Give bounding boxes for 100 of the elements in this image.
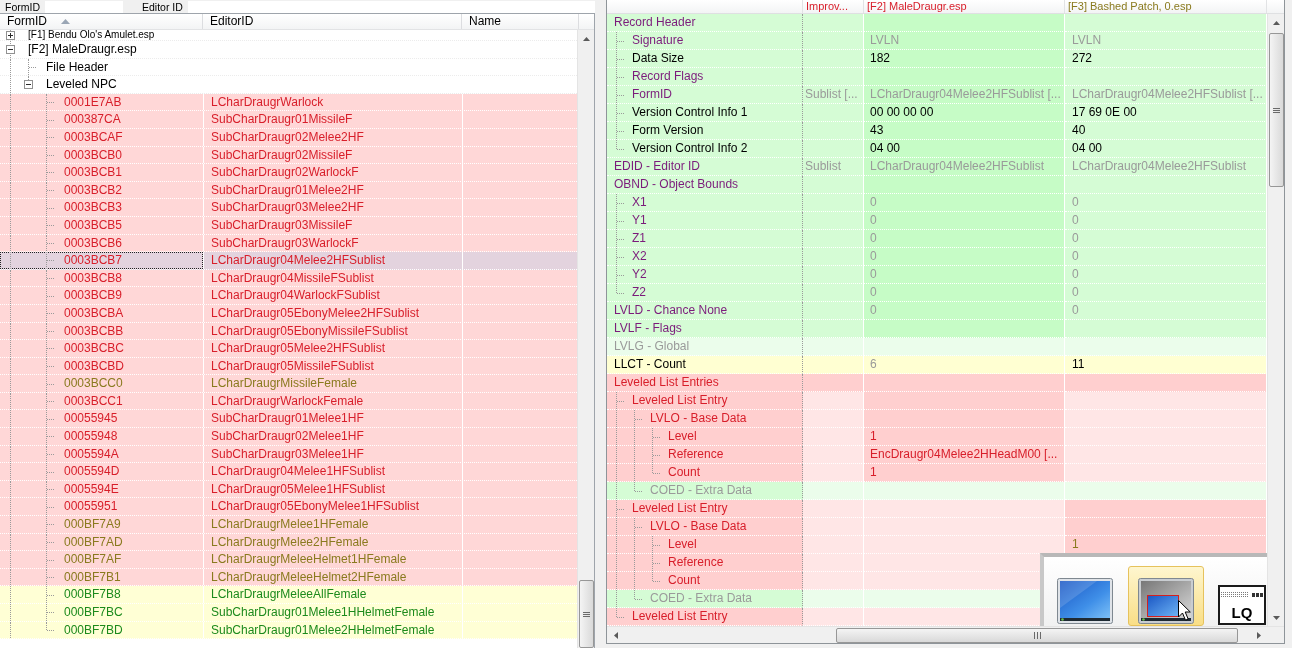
- form-id-text: 00055948: [64, 428, 118, 445]
- tree-node[interactable]: Leveled NPC: [46, 76, 117, 93]
- field-name: OBND - Object Bounds: [614, 176, 739, 193]
- field-name: COED - Extra Data: [650, 482, 753, 499]
- value-text: EncDraugr04Melee2HHeadM00 [...: [870, 447, 1058, 461]
- field-name: Reference: [668, 446, 724, 463]
- record-row[interactable]: 00055945 SubCharDraugr01Melee1HF: [0, 410, 577, 429]
- value-text: 40: [1072, 123, 1086, 137]
- editor-id-text: SubCharDraugr02MissileF: [211, 147, 353, 162]
- value-text: Sublist: [805, 159, 842, 173]
- value-text: 04 00: [870, 141, 901, 155]
- record-row[interactable]: 00055948 SubCharDraugr02Melee1HF: [0, 428, 577, 446]
- form-id-text: 0003BCB5: [64, 216, 123, 234]
- left-arrow-icon[interactable]: [613, 631, 618, 639]
- form-id-text: 00055945: [64, 410, 118, 428]
- form-id-text: 0003BCC1: [64, 392, 123, 410]
- record-row[interactable]: 00055951 LCharDraugr05EbonyMelee1HFSublist: [0, 498, 577, 517]
- filter-label: Editor ID: [141, 0, 184, 13]
- value-text: 0: [870, 213, 877, 227]
- record-row[interactable]: 000BF7A9 LCharDraugrMelee1HFemale: [0, 516, 577, 534]
- record-row[interactable]: 000BF7AF LCharDraugrMeleeHelmet1HFemale: [0, 551, 577, 569]
- field-name: Record Header: [614, 14, 696, 31]
- editor-id-text: LCharDraugrMeleeHelmet2HFemale: [211, 569, 407, 584]
- form-id-text: 00055951: [64, 498, 118, 516]
- value-text: 0: [1072, 267, 1079, 281]
- scrollbar-thumb[interactable]: [578, 580, 594, 648]
- vertical-scrollbar[interactable]: [1267, 14, 1284, 626]
- field-name: LLCT - Count: [614, 356, 686, 373]
- editor-id-text: LCharDraugr05EbonyMelee1HFSublist: [211, 499, 420, 514]
- column-header[interactable]: Improv...: [803, 0, 864, 13]
- record-row[interactable]: 0003BCB7 LCharDraugr04Melee2HFSublist: [0, 252, 577, 270]
- record-row[interactable]: 0005594D LCharDraugr04Melee1HFSublist: [0, 463, 577, 481]
- value-text: 272: [1072, 51, 1093, 65]
- form-id-text: 000BF7A9: [64, 516, 121, 533]
- filter-field[interactable]: [187, 0, 595, 13]
- tree-node[interactable]: File Header: [46, 58, 109, 76]
- field-name: Count: [668, 572, 701, 589]
- window-option[interactable]: LQ: [1218, 585, 1266, 625]
- record-row[interactable]: 000BF7B8 LCharDraugrMeleeAllFemale: [0, 586, 577, 604]
- value-text: 0: [1072, 285, 1079, 299]
- value-text: 0: [1072, 249, 1079, 263]
- value-text: 0: [870, 303, 877, 317]
- column-header[interactable]: FormID: [0, 14, 203, 29]
- editor-id-text: SubCharDraugr03Melee1HF: [211, 446, 364, 461]
- filter-field[interactable]: [45, 0, 123, 13]
- record-row[interactable]: 000387CA SubCharDraugr01MissileF: [0, 111, 577, 129]
- form-id-text: 000BF7B8: [64, 586, 121, 603]
- value-text: LCharDraugr04Melee2HFSublist [...: [1072, 87, 1263, 101]
- record-row[interactable]: 0003BCBC LCharDraugr05Melee2HFSublist: [0, 340, 577, 358]
- minus-box-icon[interactable]: [24, 80, 33, 89]
- form-id-text: 0003BCB2: [64, 181, 123, 199]
- field-name: Reference: [668, 554, 724, 571]
- form-id-text: 0003BCBD: [64, 357, 125, 375]
- editor-id-text: LCharDraugrWarlock: [211, 94, 324, 109]
- grip-icon: [1033, 631, 1041, 639]
- column-header[interactable]: [F2] MaleDraugr.esp: [864, 0, 1065, 13]
- record-row[interactable]: 0003BCB9 LCharDraugr04WarlockFSublist: [0, 287, 577, 305]
- record-row[interactable]: 0003BCB1 SubCharDraugr02WarlockF: [0, 164, 577, 182]
- up-arrow-icon[interactable]: [582, 36, 590, 41]
- field-name: Z2: [632, 284, 646, 301]
- editor-id-text: SubCharDraugr01Melee1HHelmetFemale: [211, 605, 435, 619]
- form-id-text: 0003BCB0: [64, 146, 123, 164]
- form-id-text: 0003BCB7: [64, 252, 123, 269]
- form-id-text: 0005594A: [64, 445, 119, 463]
- editor-id-text: LCharDraugr05Melee2HFSublist: [211, 341, 386, 356]
- form-id-text: 0003BCBB: [64, 322, 124, 340]
- field-name: Leveled List Entry: [632, 500, 728, 517]
- value-text: 0: [870, 285, 877, 299]
- value-text: 0: [870, 195, 877, 209]
- up-arrow-icon[interactable]: [1272, 20, 1280, 25]
- value-text: 182: [870, 51, 891, 65]
- editor-id-text: LCharDraugr05EbonyMelee2HFSublist: [211, 305, 420, 320]
- right-arrow-icon[interactable]: [1256, 631, 1261, 639]
- scrollbar-thumb[interactable]: [836, 627, 1238, 643]
- editor-id-text: SubCharDraugr01Melee2HF: [211, 182, 364, 197]
- down-arrow-icon[interactable]: [1272, 615, 1280, 620]
- field-name: Z1: [632, 230, 646, 247]
- record-row[interactable]: 0003BCC0 LCharDraugrMissileFemale: [0, 375, 577, 393]
- form-id-text: 000BF7AD: [64, 533, 123, 551]
- filter-label: FormID: [4, 0, 41, 13]
- plus-box-icon[interactable]: [6, 30, 15, 40]
- value-text: 17 69 0E 00: [1072, 105, 1137, 119]
- column-header[interactable]: EditorID: [203, 14, 462, 29]
- value-text: LCharDraugr04Melee2HFSublist [...: [870, 87, 1061, 101]
- editor-id-text: LCharDraugrWarlockFemale: [211, 393, 364, 408]
- value-text: 04 00: [1072, 141, 1103, 155]
- record-row[interactable]: 000BF7BC SubCharDraugr01Melee1HHelmetFemale: [0, 604, 577, 622]
- column-header[interactable]: Name: [462, 14, 579, 29]
- minus-box-icon[interactable]: [6, 44, 15, 54]
- column-header[interactable]: [F3] Bashed Patch, 0.esp: [1065, 0, 1267, 13]
- value-text: 1: [870, 465, 877, 479]
- horizontal-scrollbar[interactable]: [607, 626, 1284, 643]
- monitor-icon: [1138, 578, 1194, 624]
- record-row[interactable]: 0003BCB3 SubCharDraugr03Melee2HF: [0, 199, 577, 217]
- scrollbar-thumb[interactable]: [1268, 33, 1284, 187]
- display-option[interactable]: [1128, 566, 1204, 626]
- tree-node[interactable]: [F1] Bendu Olo's Amulet.esp: [28, 30, 155, 40]
- form-id-text: 0005594E: [64, 480, 119, 498]
- tree-node[interactable]: [F2] MaleDraugr.esp: [28, 41, 137, 58]
- vertical-scrollbar[interactable]: [577, 30, 594, 648]
